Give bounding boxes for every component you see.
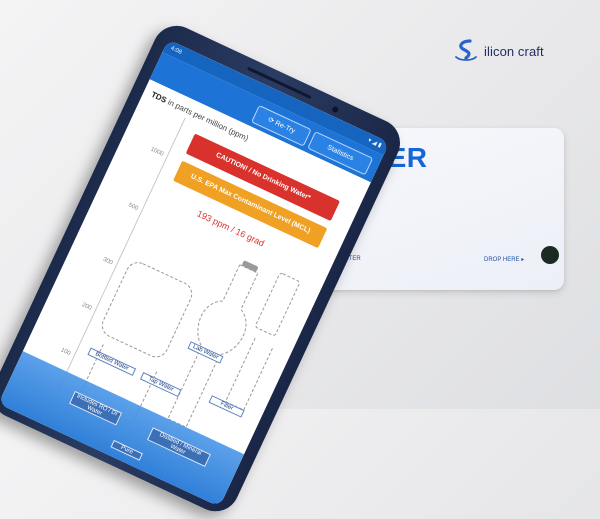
- brand-name: ilicon craft: [484, 43, 544, 59]
- card-sensor-icon: [541, 246, 559, 264]
- status-time: 4:08: [169, 45, 183, 56]
- card-right-caption: DROP HERE ▸: [484, 257, 525, 263]
- y-tick: 100: [59, 347, 72, 358]
- tds-title: TDS: [149, 89, 169, 105]
- y-tick: 300: [101, 256, 114, 267]
- y-tick: 500: [127, 202, 139, 213]
- brand-swirl-icon: [455, 39, 477, 61]
- status-icons: ▾ ◢ ▮: [366, 137, 383, 150]
- y-tick: 200: [80, 302, 93, 312]
- y-tick: 1000: [149, 146, 165, 158]
- phone-camera-icon: [331, 105, 340, 114]
- photo-scene: ilicon craft WATER TDS METER DROP HERE ▸…: [0, 0, 600, 519]
- brand-logo: ilicon craft: [452, 34, 572, 68]
